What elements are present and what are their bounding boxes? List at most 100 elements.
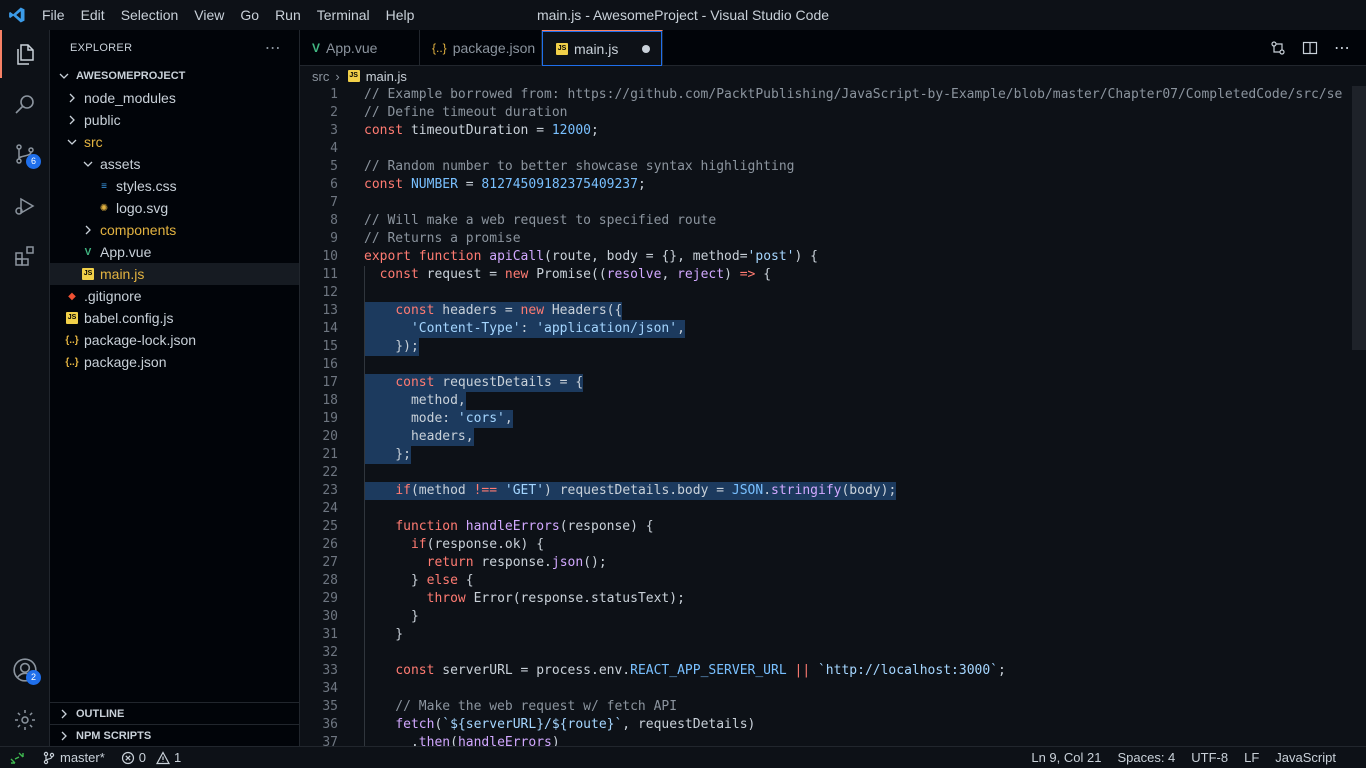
tree-file[interactable]: {..} package.json: [50, 351, 299, 373]
menu-view[interactable]: View: [186, 0, 232, 30]
tree-folder[interactable]: public: [50, 109, 299, 131]
breadcrumb-folder[interactable]: src: [312, 69, 329, 84]
explorer-button[interactable]: [0, 30, 50, 78]
unsaved-dot-icon[interactable]: [642, 44, 650, 53]
extensions-button[interactable]: [0, 232, 50, 280]
code-line[interactable]: 30 }: [300, 608, 1366, 626]
git-branch-icon: [43, 751, 55, 764]
line-number: 3: [330, 123, 338, 138]
code-line[interactable]: 8 // Will make a web request to specified…: [300, 212, 1366, 230]
breadcrumb-file[interactable]: main.js: [366, 69, 407, 84]
branch-indicator[interactable]: master*: [34, 747, 113, 768]
code-line[interactable]: 17 const requestDetails = {: [300, 374, 1366, 392]
problems-indicator[interactable]: 0 1: [113, 747, 189, 768]
npm-scripts-section[interactable]: NPM SCRIPTS: [50, 724, 300, 746]
line-number: 12: [322, 285, 338, 300]
run-debug-button[interactable]: [0, 182, 50, 230]
code-line[interactable]: 19 mode: 'cors',: [300, 410, 1366, 428]
code-line[interactable]: 12: [300, 284, 1366, 302]
code-line[interactable]: 15 });: [300, 338, 1366, 356]
code-line[interactable]: 2 // Define timeout duration: [300, 104, 1366, 122]
code-line[interactable]: 24: [300, 500, 1366, 518]
source-control-button[interactable]: 6: [0, 130, 50, 178]
tree-file[interactable]: ◆ .gitignore: [50, 285, 299, 307]
code-line[interactable]: 21 };: [300, 446, 1366, 464]
language-mode[interactable]: JavaScript: [1267, 747, 1344, 768]
tab-main-js[interactable]: JS main.js: [542, 30, 663, 66]
tree-item-label: assets: [100, 156, 141, 172]
open-changes-icon[interactable]: [1270, 40, 1286, 56]
code-line[interactable]: 16: [300, 356, 1366, 374]
code-line[interactable]: 4: [300, 140, 1366, 158]
encoding[interactable]: UTF-8: [1183, 747, 1236, 768]
code-line[interactable]: 34: [300, 680, 1366, 698]
tree-file[interactable]: ✺ logo.svg: [50, 197, 299, 219]
code-line[interactable]: 11 const request = new Promise((resolve,…: [300, 266, 1366, 284]
end-of-line[interactable]: LF: [1236, 747, 1267, 768]
search-button[interactable]: [0, 80, 50, 128]
menu-help[interactable]: Help: [378, 0, 423, 30]
remote-indicator[interactable]: [0, 747, 34, 768]
tab-app-vue[interactable]: V App.vue: [300, 30, 420, 65]
warning-icon: [156, 750, 171, 764]
code-line[interactable]: 7: [300, 194, 1366, 212]
code-line[interactable]: 35 // Make the web request w/ fetch API: [300, 698, 1366, 716]
manage-button[interactable]: [0, 696, 50, 744]
code-line[interactable]: 6 const NUMBER = 81274509182375409237;: [300, 176, 1366, 194]
tab-label: App.vue: [326, 39, 378, 56]
menu-selection[interactable]: Selection: [113, 0, 187, 30]
code-line[interactable]: 29 throw Error(response.statusText);: [300, 590, 1366, 608]
code-line[interactable]: 13 const headers = new Headers({: [300, 302, 1366, 320]
menu-file[interactable]: File: [34, 0, 73, 30]
accounts-button[interactable]: 2: [0, 646, 50, 694]
more-actions-icon[interactable]: ⋯: [265, 38, 281, 58]
indentation[interactable]: Spaces: 4: [1109, 747, 1183, 768]
code-line[interactable]: 22: [300, 464, 1366, 482]
code-line[interactable]: 18 method,: [300, 392, 1366, 410]
code-line[interactable]: 9 // Returns a promise: [300, 230, 1366, 248]
menu-terminal[interactable]: Terminal: [309, 0, 378, 30]
code-line[interactable]: 23 if(method !== 'GET') requestDetails.b…: [300, 482, 1366, 500]
code-line[interactable]: 27 return response.json();: [300, 554, 1366, 572]
cursor-position[interactable]: Ln 9, Col 21: [1023, 747, 1109, 768]
tree-file[interactable]: {..} package-lock.json: [50, 329, 299, 351]
menu-run[interactable]: Run: [267, 0, 309, 30]
tree-file[interactable]: JS babel.config.js: [50, 307, 299, 329]
tree-file[interactable]: V App.vue: [50, 241, 299, 263]
code-line[interactable]: 14 'Content-Type': 'application/json',: [300, 320, 1366, 338]
split-editor-icon[interactable]: [1302, 40, 1318, 56]
code-line[interactable]: 31 }: [300, 626, 1366, 644]
tree-file[interactable]: ≡ styles.css: [50, 175, 299, 197]
code-line[interactable]: 37 .then(handleErrors): [300, 734, 1366, 746]
tree-folder[interactable]: node_modules: [50, 87, 299, 109]
code-line[interactable]: 26 if(response.ok) {: [300, 536, 1366, 554]
tab-package-json[interactable]: {..} package.json: [420, 30, 542, 65]
tree-file[interactable]: JS main.js: [50, 263, 299, 285]
code-line[interactable]: 10 export function apiCall(route, body = …: [300, 248, 1366, 266]
code-line[interactable]: 25 function handleErrors(response) {: [300, 518, 1366, 536]
tree-folder[interactable]: components: [50, 219, 299, 241]
code-line[interactable]: 20 headers,: [300, 428, 1366, 446]
code-line[interactable]: 36 fetch(`${serverURL}/${route}`, reques…: [300, 716, 1366, 734]
code-line[interactable]: 5 // Random number to better showcase syn…: [300, 158, 1366, 176]
project-folder-header[interactable]: AWESOMEPROJECT: [50, 65, 299, 87]
line-number: 13: [322, 303, 338, 318]
code-line[interactable]: 1 // Example borrowed from: https://githu…: [300, 86, 1366, 104]
line-number: 28: [322, 573, 338, 588]
more-actions-icon[interactable]: ⋯: [1334, 38, 1350, 58]
menu-edit[interactable]: Edit: [73, 0, 113, 30]
outline-section[interactable]: OUTLINE: [50, 702, 300, 724]
line-number: 24: [322, 501, 338, 516]
code-line[interactable]: 33 const serverURL = process.env.REACT_A…: [300, 662, 1366, 680]
menu-go[interactable]: Go: [232, 0, 267, 30]
json-icon: {..}: [65, 334, 79, 346]
code-editor[interactable]: 1 // Example borrowed from: https://githu…: [300, 86, 1366, 746]
tree-folder[interactable]: assets: [50, 153, 299, 175]
chevron-down-icon: [56, 68, 72, 84]
code-line[interactable]: 32: [300, 644, 1366, 662]
tree-folder[interactable]: src: [50, 131, 299, 153]
code-line[interactable]: 3 const timeoutDuration = 12000;: [300, 122, 1366, 140]
code-text: return response.json();: [426, 555, 607, 570]
code-line[interactable]: 28 } else {: [300, 572, 1366, 590]
tree-item-label: main.js: [100, 266, 145, 282]
